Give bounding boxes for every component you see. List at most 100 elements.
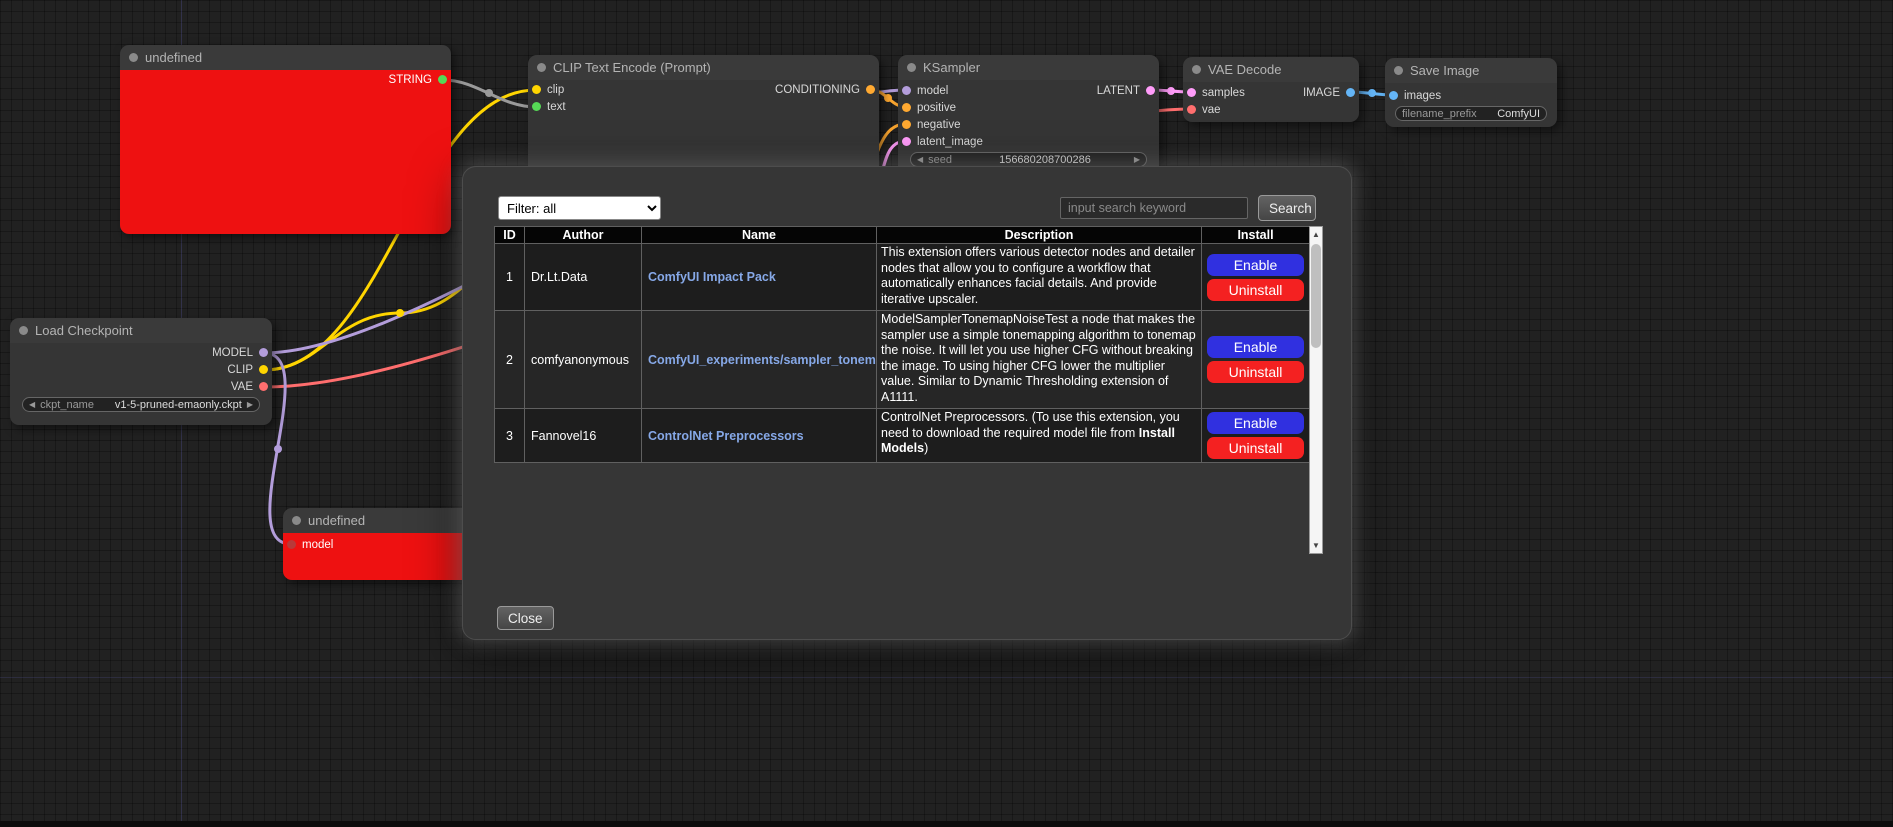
- output-dot[interactable]: [866, 85, 875, 94]
- extension-description: ControlNet Preprocessors. (To use this e…: [877, 409, 1202, 463]
- slot-row: STRING: [120, 71, 451, 88]
- header-description: Description: [877, 227, 1202, 244]
- output-slot-vae[interactable]: VAE: [231, 381, 272, 393]
- node-save-image[interactable]: Save Image images filename_prefix ComfyU…: [1385, 58, 1557, 127]
- search-input[interactable]: [1060, 197, 1248, 219]
- collapse-dot-icon[interactable]: [1192, 65, 1201, 74]
- arrow-left-icon[interactable]: ◀: [29, 401, 35, 409]
- node-title-bar[interactable]: VAE Decode: [1183, 57, 1359, 82]
- input-slot-model[interactable]: model: [898, 85, 948, 97]
- filename-prefix-widget[interactable]: filename_prefix ComfyUI: [1395, 106, 1547, 121]
- input-slot-vae[interactable]: vae: [1183, 104, 1221, 116]
- input-dot[interactable]: [1389, 91, 1398, 100]
- uninstall-button[interactable]: Uninstall: [1207, 279, 1304, 301]
- uninstall-button[interactable]: Uninstall: [1207, 437, 1304, 459]
- input-label: clip: [547, 84, 564, 96]
- arrow-right-icon[interactable]: ▶: [1134, 156, 1140, 164]
- input-dot[interactable]: [532, 102, 541, 111]
- ckpt-name-widget[interactable]: ◀ ckpt_name v1-5-pruned-emaonly.ckpt ▶: [22, 397, 260, 412]
- input-slot-samples[interactable]: samples: [1183, 87, 1245, 99]
- slot-row: MODEL: [10, 344, 272, 361]
- extension-link[interactable]: ComfyUI Impact Pack: [648, 270, 776, 284]
- output-slot-clip[interactable]: CLIP: [227, 364, 272, 376]
- input-dot[interactable]: [902, 103, 911, 112]
- output-dot[interactable]: [259, 365, 268, 374]
- arrow-left-icon[interactable]: ◀: [917, 156, 923, 164]
- filter-select[interactable]: Filter: all: [498, 196, 661, 220]
- install-cell: Enable Uninstall: [1202, 409, 1310, 463]
- enable-button[interactable]: Enable: [1207, 412, 1304, 434]
- link-dot: [396, 309, 404, 317]
- input-dot[interactable]: [902, 120, 911, 129]
- output-label: MODEL: [212, 347, 253, 359]
- seed-widget[interactable]: ◀ seed 156680208700286 ▶: [910, 152, 1147, 167]
- input-dot[interactable]: [1187, 105, 1196, 114]
- uninstall-button[interactable]: Uninstall: [1207, 361, 1304, 383]
- extension-name-cell: ControlNet Preprocessors: [642, 409, 877, 463]
- output-label: STRING: [389, 74, 432, 86]
- node-title-bar[interactable]: Save Image: [1385, 58, 1557, 83]
- output-slot-image[interactable]: IMAGE: [1303, 87, 1359, 99]
- scroll-down-icon[interactable]: ▼: [1310, 538, 1322, 553]
- close-button[interactable]: Close: [497, 606, 554, 630]
- input-dot[interactable]: [902, 86, 911, 95]
- output-slot-model[interactable]: MODEL: [212, 347, 272, 359]
- node-title-bar[interactable]: Load Checkpoint: [10, 318, 272, 343]
- input-slot-positive[interactable]: positive: [898, 102, 956, 114]
- scroll-up-icon[interactable]: ▲: [1310, 227, 1322, 242]
- search-button[interactable]: Search: [1258, 195, 1316, 221]
- collapse-dot-icon[interactable]: [129, 53, 138, 62]
- input-slot-negative[interactable]: negative: [898, 119, 960, 131]
- output-dot[interactable]: [1346, 88, 1355, 97]
- node-vae-decode[interactable]: VAE Decode samples IMAGE vae: [1183, 57, 1359, 122]
- input-dot[interactable]: [1187, 88, 1196, 97]
- input-dot[interactable]: [902, 137, 911, 146]
- collapse-dot-icon[interactable]: [292, 516, 301, 525]
- scrollbar-thumb[interactable]: [1311, 244, 1321, 348]
- output-dot[interactable]: [1146, 86, 1155, 95]
- output-dot[interactable]: [259, 382, 268, 391]
- header-name: Name: [642, 227, 877, 244]
- node-title: CLIP Text Encode (Prompt): [553, 60, 711, 75]
- output-label: LATENT: [1097, 85, 1140, 97]
- output-dot[interactable]: [438, 75, 447, 84]
- arrow-right-icon[interactable]: ▶: [247, 401, 253, 409]
- output-slot-string[interactable]: STRING: [389, 74, 451, 86]
- node-undefined-top[interactable]: undefined STRING: [120, 45, 451, 234]
- input-slot-text[interactable]: text: [528, 101, 566, 113]
- input-slot-images[interactable]: images: [1385, 90, 1441, 102]
- link-dot: [884, 94, 892, 102]
- node-load-checkpoint[interactable]: Load Checkpoint MODEL CLIP VAE ◀ ckpt_na…: [10, 318, 272, 425]
- collapse-dot-icon[interactable]: [19, 326, 28, 335]
- extension-name-cell: ComfyUI Impact Pack: [642, 244, 877, 311]
- node-title-bar[interactable]: CLIP Text Encode (Prompt): [528, 55, 879, 80]
- extension-description: ModelSamplerTonemapNoiseTest a node that…: [877, 311, 1202, 409]
- extension-id: 2: [495, 311, 525, 409]
- table-scrollbar[interactable]: ▲ ▼: [1309, 226, 1323, 554]
- input-slot-clip[interactable]: clip: [528, 84, 564, 96]
- input-label: samples: [1202, 87, 1245, 99]
- node-title-bar[interactable]: KSampler: [898, 55, 1159, 80]
- enable-button[interactable]: Enable: [1207, 254, 1304, 276]
- input-slot-model[interactable]: model: [283, 539, 333, 551]
- input-slot-latent-image[interactable]: latent_image: [898, 136, 983, 148]
- header-id: ID: [495, 227, 525, 244]
- enable-button[interactable]: Enable: [1207, 336, 1304, 358]
- node-title-bar[interactable]: undefined: [120, 45, 451, 70]
- extension-link[interactable]: ControlNet Preprocessors: [648, 429, 804, 443]
- extension-link[interactable]: ComfyUI_experiments/sampler_tonemap: [648, 353, 877, 367]
- input-dot[interactable]: [287, 540, 296, 549]
- widget-value: 156680208700286: [999, 154, 1091, 166]
- collapse-dot-icon[interactable]: [537, 63, 546, 72]
- install-cell: Enable Uninstall: [1202, 244, 1310, 311]
- output-dot[interactable]: [259, 348, 268, 357]
- output-label: IMAGE: [1303, 87, 1340, 99]
- collapse-dot-icon[interactable]: [907, 63, 916, 72]
- extension-row: 2comfyanonymousComfyUI_experiments/sampl…: [495, 311, 1310, 409]
- output-slot-latent[interactable]: LATENT: [1097, 85, 1159, 97]
- output-slot-conditioning[interactable]: CONDITIONING: [775, 84, 879, 96]
- input-dot[interactable]: [532, 85, 541, 94]
- slot-row: model LATENT: [898, 82, 1159, 99]
- collapse-dot-icon[interactable]: [1394, 66, 1403, 75]
- widget-name: seed: [928, 154, 952, 166]
